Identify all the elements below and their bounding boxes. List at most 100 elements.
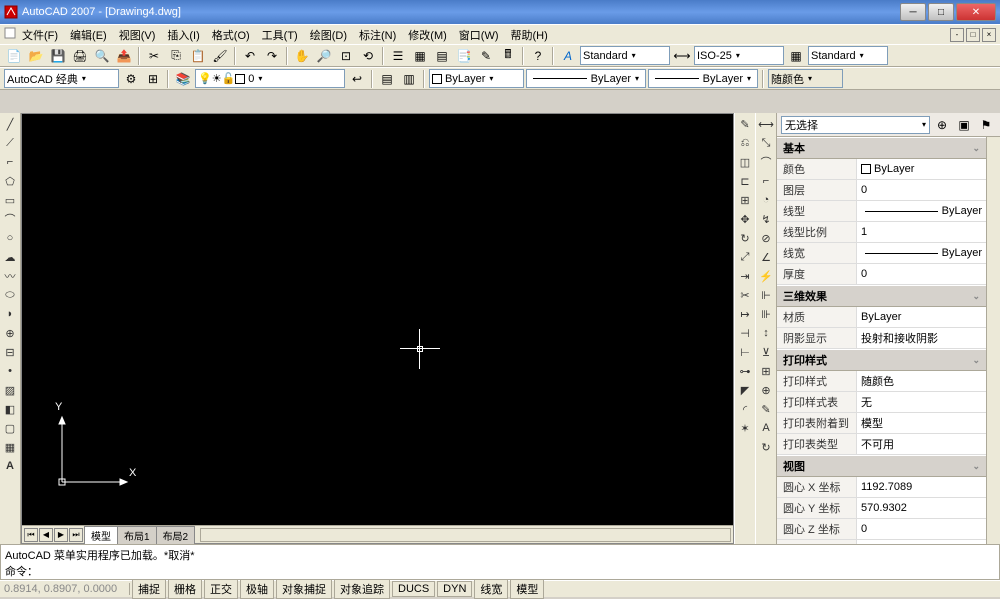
prop-thickness[interactable]: 0 bbox=[857, 264, 986, 284]
prop-material[interactable]: ByLayer bbox=[857, 307, 986, 327]
menu-file[interactable]: 文件(F) bbox=[16, 25, 64, 45]
workspace-dropdown[interactable]: AutoCAD 经典▾ bbox=[4, 69, 119, 88]
spline-icon[interactable]: 〰 bbox=[1, 267, 19, 285]
osnap-toggle[interactable]: 对象捕捉 bbox=[276, 579, 332, 599]
zoom-prev-icon[interactable]: ⟲ bbox=[358, 46, 378, 66]
tolerance-icon[interactable]: ⊞ bbox=[757, 362, 775, 380]
dim-jogged-icon[interactable]: ↯ bbox=[757, 210, 775, 228]
color-dropdown[interactable]: ByLayer▾ bbox=[429, 69, 524, 88]
command-window[interactable]: AutoCAD 菜单实用程序已加载。*取消* 命令： bbox=[0, 544, 1000, 580]
dim-baseline-icon[interactable]: ⊩ bbox=[757, 286, 775, 304]
ellipse-icon[interactable]: ⬭ bbox=[1, 286, 19, 304]
prop-layer[interactable]: 0 bbox=[857, 180, 986, 200]
fillet-icon[interactable]: ◜ bbox=[736, 400, 754, 418]
paste-icon[interactable]: 📋 bbox=[188, 46, 208, 66]
prop-color[interactable]: ByLayer bbox=[857, 159, 986, 179]
menu-dimension[interactable]: 标注(N) bbox=[353, 25, 402, 45]
mtext-icon[interactable]: A bbox=[1, 457, 19, 475]
tab-next-icon[interactable]: ▶ bbox=[54, 528, 68, 542]
new-icon[interactable]: 📄 bbox=[4, 46, 24, 66]
prop-plotattach[interactable]: 模型 bbox=[857, 413, 986, 433]
tab-prev-icon[interactable]: ◀ bbox=[39, 528, 53, 542]
pan-icon[interactable]: ✋ bbox=[292, 46, 312, 66]
tab-last-icon[interactable]: ⏭ bbox=[69, 528, 83, 542]
undo-icon[interactable]: ↶ bbox=[240, 46, 260, 66]
menu-edit[interactable]: 编辑(E) bbox=[64, 25, 113, 45]
menu-draw[interactable]: 绘图(D) bbox=[304, 25, 353, 45]
prop-center-y[interactable]: 570.9302 bbox=[857, 498, 986, 518]
join-icon[interactable]: ⊶ bbox=[736, 362, 754, 380]
dim-break-icon[interactable]: ⊻ bbox=[757, 343, 775, 361]
tool-palette-icon[interactable]: ▤ bbox=[432, 46, 452, 66]
mdi-minimize[interactable]: - bbox=[950, 28, 964, 42]
pline-icon[interactable]: ⌐ bbox=[1, 153, 19, 171]
menu-window[interactable]: 窗口(W) bbox=[453, 25, 505, 45]
prop-shadow[interactable]: 投射和接收阴影 bbox=[857, 328, 986, 348]
move-icon[interactable]: ✥ bbox=[736, 210, 754, 228]
prop-center-z[interactable]: 0 bbox=[857, 519, 986, 539]
toggle-pickadd-icon[interactable]: ⚑ bbox=[976, 115, 996, 135]
quick-select-icon[interactable]: ⊕ bbox=[932, 115, 952, 135]
markup-icon[interactable]: ✎ bbox=[476, 46, 496, 66]
drawing-canvas[interactable]: X Y bbox=[22, 114, 733, 525]
dim-space-icon[interactable]: ↕ bbox=[757, 324, 775, 342]
center-mark-icon[interactable]: ⊕ bbox=[757, 381, 775, 399]
prop-center-x[interactable]: 1192.7089 bbox=[857, 477, 986, 497]
erase-icon[interactable]: ✎ bbox=[736, 115, 754, 133]
workspace-lock-icon[interactable]: ⊞ bbox=[143, 69, 163, 89]
calc-icon[interactable]: 🖩 bbox=[498, 46, 518, 66]
make-block-icon[interactable]: ⊟ bbox=[1, 343, 19, 361]
selection-dropdown[interactable]: 无选择 ▾ bbox=[781, 116, 930, 134]
prop-plottable[interactable]: 无 bbox=[857, 392, 986, 412]
dim-update-icon[interactable]: ↻ bbox=[757, 438, 775, 456]
insert-block-icon[interactable]: ⊕ bbox=[1, 324, 19, 342]
dc-icon[interactable]: ▦ bbox=[410, 46, 430, 66]
stretch-icon[interactable]: ⇥ bbox=[736, 267, 754, 285]
region-icon[interactable]: ▢ bbox=[1, 419, 19, 437]
dim-ordinate-icon[interactable]: ⌐ bbox=[757, 172, 775, 190]
menu-tools[interactable]: 工具(T) bbox=[256, 25, 304, 45]
prop-plotstyle[interactable]: 随颜色 bbox=[857, 371, 986, 391]
dim-linear-icon[interactable]: ⟷ bbox=[757, 115, 775, 133]
zoom-win-icon[interactable]: ⊡ bbox=[336, 46, 356, 66]
plot-icon[interactable]: 🖨 bbox=[70, 46, 90, 66]
lwt-toggle[interactable]: 线宽 bbox=[474, 579, 508, 599]
table-icon[interactable]: ▦ bbox=[1, 438, 19, 456]
copy-icon[interactable]: ⎘ bbox=[166, 46, 186, 66]
dim-style-dropdown[interactable]: ISO-25▾ bbox=[694, 46, 784, 65]
dim-edit-icon[interactable]: ✎ bbox=[757, 400, 775, 418]
prop-lineweight[interactable]: ByLayer bbox=[857, 243, 986, 263]
ortho-toggle[interactable]: 正交 bbox=[204, 579, 238, 599]
cut-icon[interactable]: ✂ bbox=[144, 46, 164, 66]
mdi-restore[interactable]: □ bbox=[966, 28, 980, 42]
gradient-icon[interactable]: ◧ bbox=[1, 400, 19, 418]
mdi-close[interactable]: × bbox=[982, 28, 996, 42]
coordinate-display[interactable]: 0.8914, 0.8907, 0.0000 bbox=[0, 583, 130, 595]
publish-icon[interactable]: 📤 bbox=[114, 46, 134, 66]
prop-ltscale[interactable]: 1 bbox=[857, 222, 986, 242]
group-view[interactable]: 视图⌄ bbox=[777, 455, 986, 477]
menu-format[interactable]: 格式(O) bbox=[206, 25, 256, 45]
rotate-icon[interactable]: ↻ bbox=[736, 229, 754, 247]
model-toggle[interactable]: 模型 bbox=[510, 579, 544, 599]
save-icon[interactable]: 💾 bbox=[48, 46, 68, 66]
preview-icon[interactable]: 🔍 bbox=[92, 46, 112, 66]
dim-diameter-icon[interactable]: ⊘ bbox=[757, 229, 775, 247]
dim-continue-icon[interactable]: ⊪ bbox=[757, 305, 775, 323]
extend-icon[interactable]: ↦ bbox=[736, 305, 754, 323]
palette-scrollbar[interactable] bbox=[986, 137, 1000, 544]
dim-angular-icon[interactable]: ∠ bbox=[757, 248, 775, 266]
ssm-icon[interactable]: 📑 bbox=[454, 46, 474, 66]
tab-first-icon[interactable]: ⏮ bbox=[24, 528, 38, 542]
layer-filter-icon[interactable]: ▥ bbox=[399, 69, 419, 89]
prop-plottype[interactable]: 不可用 bbox=[857, 434, 986, 454]
ducs-toggle[interactable]: DUCS bbox=[392, 581, 435, 597]
explode-icon[interactable]: ✶ bbox=[736, 419, 754, 437]
array-icon[interactable]: ⊞ bbox=[736, 191, 754, 209]
xline-icon[interactable]: ⟋ bbox=[1, 134, 19, 152]
trim-icon[interactable]: ✂ bbox=[736, 286, 754, 304]
menu-modify[interactable]: 修改(M) bbox=[402, 25, 453, 45]
properties-icon[interactable]: ☰ bbox=[388, 46, 408, 66]
line-icon[interactable]: ╱ bbox=[1, 115, 19, 133]
minimize-button[interactable]: ─ bbox=[900, 3, 926, 21]
